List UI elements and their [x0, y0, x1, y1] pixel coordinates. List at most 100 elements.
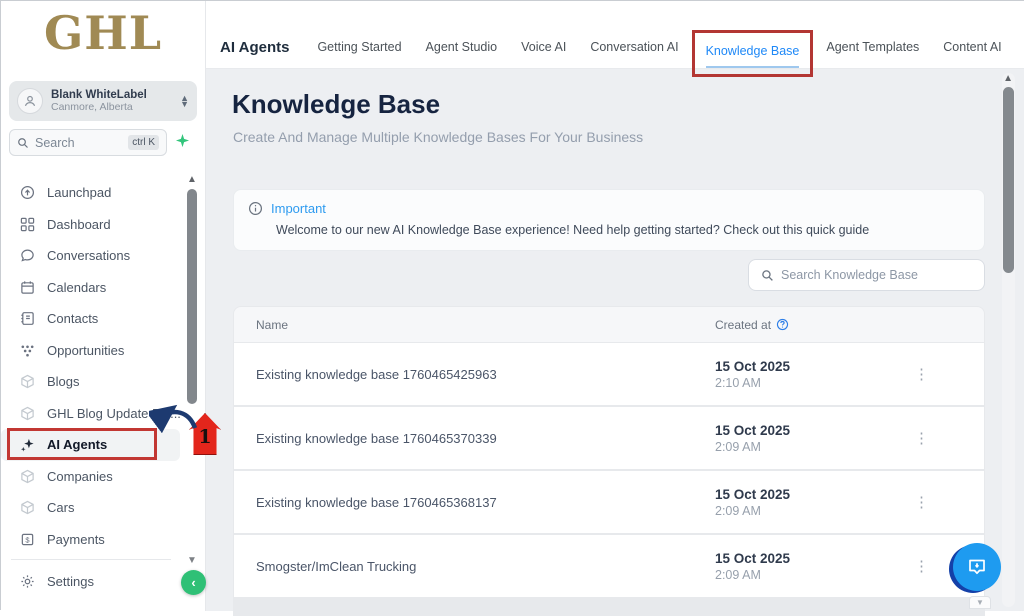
sidebar-item-label: GHL Blog Update Fol... [47, 406, 181, 421]
annotation-highlight-box-knowledge-base: Knowledge Base [692, 30, 814, 77]
tab-voice-ai[interactable]: Voice AI [521, 40, 566, 54]
account-switcher[interactable]: Blank WhiteLabel Canmore, Alberta ▲▼ [9, 81, 197, 121]
chat-widget-button[interactable] [953, 543, 1001, 591]
search-icon [761, 269, 774, 282]
sidebar-item-label: Companies [47, 469, 113, 484]
info-icon [248, 201, 263, 216]
kb-name: Existing knowledge base 1760465425963 [256, 367, 497, 382]
main-scrollbar-thumb[interactable] [1003, 87, 1014, 273]
opportunities-icon [19, 343, 36, 358]
kb-created-time: 2:09 AM [715, 568, 790, 582]
sidebar-nav: Launchpad Dashboard Conversations [1, 177, 186, 555]
sidebar-item-launchpad[interactable]: Launchpad [1, 177, 186, 209]
help-circle-icon [776, 318, 789, 331]
knowledge-base-search[interactable] [748, 259, 985, 291]
contacts-icon [19, 311, 36, 326]
sidebar-item-cars[interactable]: Cars [1, 492, 186, 524]
cube-icon [19, 406, 36, 421]
sparkle-icon [19, 437, 36, 452]
kb-created-time: 2:09 AM [715, 440, 790, 454]
banner-title: Important [271, 201, 326, 216]
tab-content-ai[interactable]: Content AI [943, 40, 1001, 54]
topnav-title: AI Agents [220, 39, 289, 56]
kb-created-date: 15 Oct 2025 [715, 423, 790, 438]
sidebar-item-conversations[interactable]: Conversations [1, 240, 186, 272]
sidebar-item-dashboard[interactable]: Dashboard [1, 209, 186, 241]
sidebar-item-label: Dashboard [47, 217, 111, 232]
page-subtitle: Create And Manage Multiple Knowledge Bas… [233, 129, 643, 145]
ai-assistant-icon[interactable] [175, 133, 190, 148]
important-banner: Important Welcome to our new AI Knowledg… [233, 189, 985, 251]
sidebar-item-label: Calendars [47, 280, 106, 295]
kb-name: Smogster/ImClean Trucking [256, 559, 416, 574]
kb-created-time: 2:10 AM [715, 376, 790, 390]
account-location: Canmore, Alberta [51, 101, 180, 113]
tab-getting-started[interactable]: Getting Started [317, 40, 401, 54]
column-header-created-at: Created at [715, 318, 789, 332]
kebab-menu-icon[interactable]: ⋮ [914, 557, 929, 575]
tab-agent-templates[interactable]: Agent Templates [826, 40, 919, 54]
chevron-updown-icon: ▲▼ [180, 95, 189, 107]
table-header: Name Created at [234, 307, 984, 343]
sidebar-item-contacts[interactable]: Contacts [1, 303, 186, 335]
sidebar-item-label: Payments [47, 532, 105, 547]
account-name: Blank WhiteLabel [51, 89, 180, 101]
sidebar-item-label: AI Agents [47, 437, 107, 452]
conversations-icon [19, 248, 36, 263]
sidebar-item-companies[interactable]: Companies [1, 461, 186, 493]
sidebar-item-label: Cars [47, 500, 74, 515]
kb-created-date: 15 Oct 2025 [715, 359, 790, 374]
dashboard-icon [19, 217, 36, 232]
kebab-menu-icon[interactable]: ⋮ [914, 429, 929, 447]
sidebar-divider [11, 559, 171, 560]
kebab-menu-icon[interactable]: ⋮ [914, 493, 929, 511]
tab-knowledge-base[interactable]: Knowledge Base [706, 44, 800, 68]
table-row[interactable]: Existing knowledge base 1760465370339 15… [234, 407, 984, 469]
sidebar-item-opportunities[interactable]: Opportunities [1, 335, 186, 367]
sidebar-item-blogs[interactable]: Blogs [1, 366, 186, 398]
table-row[interactable]: Existing knowledge base 1760465368137 15… [234, 471, 984, 533]
tab-agent-studio[interactable]: Agent Studio [426, 40, 498, 54]
sidebar-scroll-down-icon[interactable]: ▼ [187, 556, 197, 566]
table-row[interactable]: Existing knowledge base 1760465425963 15… [234, 343, 984, 405]
kb-created-date: 15 Oct 2025 [715, 487, 790, 502]
sidebar-collapse-button[interactable]: ‹ [181, 570, 206, 595]
payments-icon: $ [19, 532, 36, 547]
sidebar-item-payments[interactable]: $ Payments [1, 524, 186, 556]
sidebar-item-calendars[interactable]: Calendars [1, 272, 186, 304]
account-avatar-icon [17, 88, 43, 114]
main-scroll-up-icon[interactable]: ▲ [1003, 73, 1013, 84]
search-icon [17, 137, 29, 149]
shortcut-badge: ctrl K [128, 135, 159, 150]
tab-conversation-ai[interactable]: Conversation AI [590, 40, 678, 54]
kb-created-time: 2:09 AM [715, 504, 790, 518]
sidebar-item-label: Blogs [47, 374, 80, 389]
column-header-name: Name [256, 318, 288, 332]
launchpad-icon [19, 185, 36, 200]
gear-icon [19, 574, 36, 589]
chat-bubble-icon [965, 555, 989, 579]
banner-message: Welcome to our new AI Knowledge Base exp… [276, 223, 970, 237]
page-scroll-down-icon[interactable]: ▼ [969, 596, 991, 609]
sidebar-item-label: Opportunities [47, 343, 124, 358]
sidebar-item-label: Conversations [47, 248, 130, 263]
sidebar-scroll-up-icon[interactable]: ▲ [187, 175, 197, 185]
main-content: Knowledge Base Create And Manage Multipl… [206, 69, 1024, 611]
knowledge-base-search-input[interactable] [781, 268, 972, 282]
sidebar-scrollbar-thumb[interactable] [187, 189, 197, 404]
sidebar-search[interactable]: ctrl K [9, 129, 167, 156]
sidebar: GHL Blank WhiteLabel Canmore, Alberta ▲▼… [1, 1, 206, 611]
sidebar-item-settings[interactable]: Settings [1, 566, 186, 598]
search-input[interactable] [35, 136, 128, 150]
sidebar-item-ai-agents[interactable]: AI Agents [1, 429, 180, 461]
kb-name: Existing knowledge base 1760465368137 [256, 495, 497, 510]
sidebar-item-label: Contacts [47, 311, 98, 326]
page-title: Knowledge Base [232, 89, 440, 120]
sidebar-item-label: Settings [47, 574, 94, 589]
sidebar-item-ghl-blog-update[interactable]: GHL Blog Update Fol... [1, 398, 186, 430]
svg-text:$: $ [25, 535, 30, 544]
knowledge-base-table: Name Created at Existing knowledge base … [233, 306, 985, 616]
table-row[interactable]: Smogster/ImClean Trucking 15 Oct 2025 2:… [234, 535, 984, 597]
cube-icon [19, 469, 36, 484]
kebab-menu-icon[interactable]: ⋮ [914, 365, 929, 383]
